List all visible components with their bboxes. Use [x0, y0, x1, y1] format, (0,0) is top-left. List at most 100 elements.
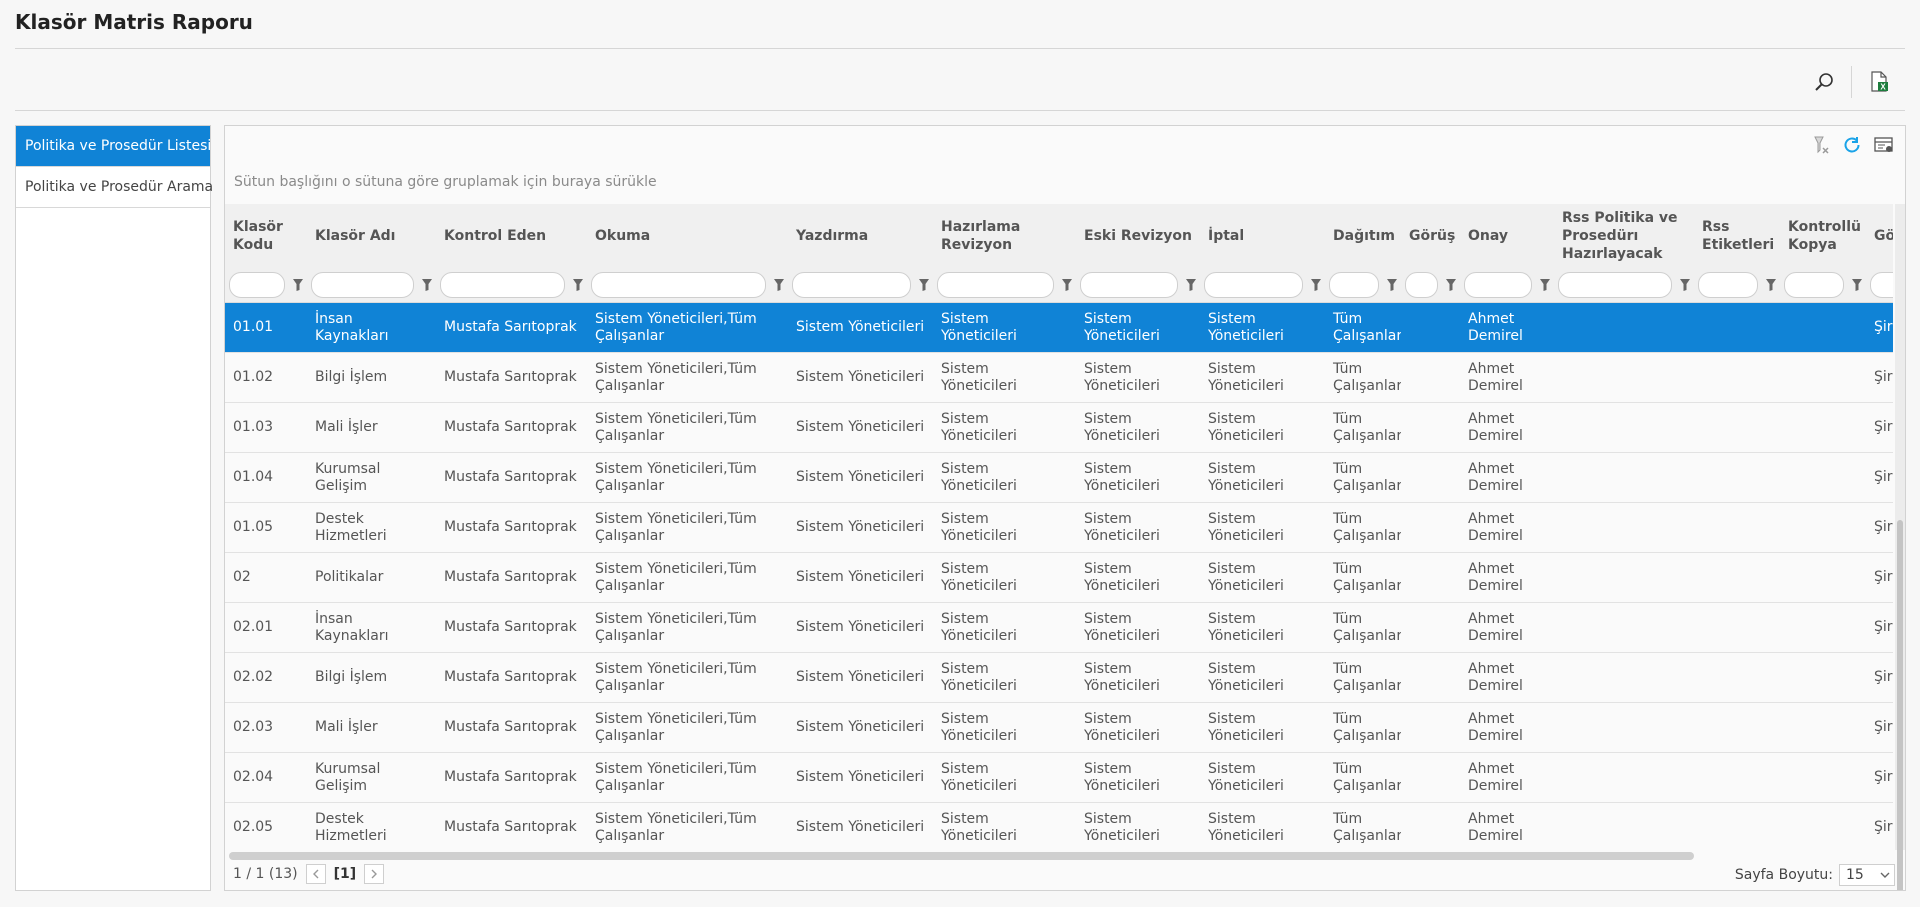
column-header[interactable]: Yazdırma — [788, 204, 933, 268]
current-page[interactable]: [1] — [334, 866, 357, 882]
table-cell — [1554, 502, 1694, 553]
column-header[interactable]: Kontrol Eden — [436, 204, 587, 268]
filter-icon[interactable] — [1536, 276, 1554, 294]
table-cell — [1401, 802, 1460, 850]
filter-icon[interactable] — [1676, 276, 1694, 294]
table-cell: Tüm Çalışanlar — [1325, 552, 1401, 603]
table-cell: Sistem Yöneticileri — [1200, 302, 1325, 353]
page-size-select[interactable]: 15 — [1839, 864, 1895, 886]
filter-input[interactable] — [937, 272, 1054, 298]
filter-input[interactable] — [1329, 272, 1379, 298]
table-cell: Sistem Yöneticileri — [1076, 752, 1200, 803]
filter-input[interactable] — [1784, 272, 1844, 298]
column-header[interactable]: Klasör Adı — [307, 204, 436, 268]
table-cell: Kurumsal Gelişim — [307, 752, 436, 803]
column-header[interactable]: Kontrollü Kopya — [1780, 204, 1866, 268]
excel-export-icon[interactable]: X — [1866, 69, 1892, 95]
table-row[interactable]: 01.04 Kurumsal Gelişim Mustafa Sarıtoprak S… — [225, 452, 1893, 503]
column-header[interactable]: Rss Politika ve Prosedürı Hazırlayacak — [1554, 204, 1694, 268]
column-header[interactable]: Eski Revizyon — [1076, 204, 1200, 268]
table-cell: Sistem Yöneticileri — [1200, 402, 1325, 453]
table-cell: Tüm Çalışanlar — [1325, 452, 1401, 503]
filter-icon[interactable] — [1848, 276, 1866, 294]
filter-icon[interactable] — [770, 276, 788, 294]
table-cell: Sistem Yöneticileri,Tüm Çalışanlar — [587, 502, 788, 553]
filter-icon[interactable] — [1307, 276, 1325, 294]
column-header[interactable]: Hazırlama Revizyon — [933, 204, 1076, 268]
filter-icon[interactable] — [569, 276, 587, 294]
column-header[interactable]: Dağıtım — [1325, 204, 1401, 268]
table-cell — [1694, 352, 1780, 403]
search-icon[interactable] — [1811, 69, 1837, 95]
filter-icon[interactable] — [1762, 276, 1780, 294]
column-header[interactable]: Onay — [1460, 204, 1554, 268]
table-cell — [1554, 702, 1694, 753]
filter-icon[interactable] — [1383, 276, 1401, 294]
filter-icon[interactable] — [418, 276, 436, 294]
next-page-button[interactable] — [364, 864, 385, 884]
page-size-label: Sayfa Boyutu: — [1734, 867, 1833, 883]
filter-icon[interactable] — [1442, 276, 1460, 294]
column-header[interactable]: Klasör Kodu — [225, 204, 307, 268]
table-row[interactable]: 01.01 İnsan Kaynakları Mustafa Sarıtoprak S… — [225, 302, 1893, 353]
table-cell: Ahmet Demirel — [1460, 702, 1554, 753]
column-filter — [1460, 268, 1554, 303]
table-row[interactable]: 02 Politikalar Mustafa Sarıtoprak Sistem Yö… — [225, 552, 1893, 603]
column-header[interactable]: Gö — [1866, 204, 1893, 268]
filter-input[interactable] — [1080, 272, 1178, 298]
table-cell: Sistem Yöneticileri — [788, 602, 933, 653]
column-filter — [436, 268, 587, 303]
table-cell — [1780, 752, 1866, 803]
filter-icon[interactable] — [915, 276, 933, 294]
refresh-icon[interactable] — [1841, 134, 1863, 160]
column-settings-icon[interactable] — [1873, 134, 1895, 160]
table-cell: Ahmet Demirel — [1460, 502, 1554, 553]
filter-input[interactable] — [229, 272, 285, 298]
table-cell: Sistem Yöneticileri — [788, 502, 933, 553]
sidebar-item-policy-list[interactable]: Politika ve Prosedür Listesi — [16, 126, 211, 167]
prev-page-button[interactable] — [305, 864, 326, 884]
table-cell — [1554, 302, 1694, 353]
table-cell: Sistem Yöneticileri — [1076, 602, 1200, 653]
filter-icon[interactable] — [1182, 276, 1200, 294]
filter-icon[interactable] — [1058, 276, 1076, 294]
table-row[interactable]: 02.03 Mali İşler Mustafa Sarıtoprak Sistem … — [225, 702, 1893, 753]
table-row[interactable]: 01.03 Mali İşler Mustafa Sarıtoprak Sistem … — [225, 402, 1893, 453]
table-cell: Mustafa Sarıtoprak — [436, 602, 587, 653]
table-row[interactable]: 01.02 Bilgi İşlem Mustafa Sarıtoprak Sistem… — [225, 352, 1893, 403]
filter-icon[interactable] — [289, 276, 307, 294]
filter-input[interactable] — [591, 272, 766, 298]
table-row[interactable]: 02.02 Bilgi İşlem Mustafa Sarıtoprak Sistem… — [225, 652, 1893, 703]
horizontal-scrollbar[interactable] — [229, 852, 1694, 860]
table-row[interactable]: 02.04 Kurumsal Gelişim Mustafa Sarıtoprak S… — [225, 752, 1893, 803]
table-cell — [1554, 402, 1694, 453]
column-header[interactable]: İptal — [1200, 204, 1325, 268]
column-header[interactable]: Görüş — [1401, 204, 1460, 268]
filter-input[interactable] — [1698, 272, 1758, 298]
filter-input[interactable] — [1204, 272, 1303, 298]
filter-input[interactable] — [440, 272, 565, 298]
header-row: Klasör Kodu Klasör Adı Kontrol Eden Okuma Ya… — [225, 204, 1893, 268]
table-cell — [1694, 652, 1780, 703]
table-row[interactable]: 01.05 Destek Hizmetleri Mustafa Sarıtoprak… — [225, 502, 1893, 553]
table-cell — [1554, 352, 1694, 403]
clear-filter-icon[interactable] — [1809, 134, 1831, 160]
column-header[interactable]: Okuma — [587, 204, 788, 268]
table-cell: Şir — [1866, 702, 1893, 753]
vertical-scroll-thumb[interactable] — [1897, 520, 1903, 890]
filter-input[interactable] — [792, 272, 911, 298]
filter-input[interactable] — [1558, 272, 1672, 298]
table-cell: Sistem Yöneticileri,Tüm Çalışanlar — [587, 302, 788, 353]
column-header[interactable]: Rss Etiketleri — [1694, 204, 1780, 268]
vertical-scrollbar[interactable] — [1895, 204, 1905, 890]
filter-input[interactable] — [1870, 272, 1893, 298]
filter-input[interactable] — [1405, 272, 1438, 298]
group-drop-hint[interactable]: Sütun başlığını o sütuna göre gruplamak … — [234, 174, 657, 190]
column-filter — [788, 268, 933, 303]
table-row[interactable]: 02.05 Destek Hizmetleri Mustafa Sarıtoprak… — [225, 802, 1893, 850]
filter-input[interactable] — [311, 272, 414, 298]
filter-input[interactable] — [1464, 272, 1532, 298]
table-row[interactable]: 02.01 İnsan Kaynakları Mustafa Sarıtoprak S… — [225, 602, 1893, 653]
sidebar-item-policy-search[interactable]: Politika ve Prosedür Arama — [16, 167, 213, 208]
table-cell — [1401, 502, 1460, 553]
